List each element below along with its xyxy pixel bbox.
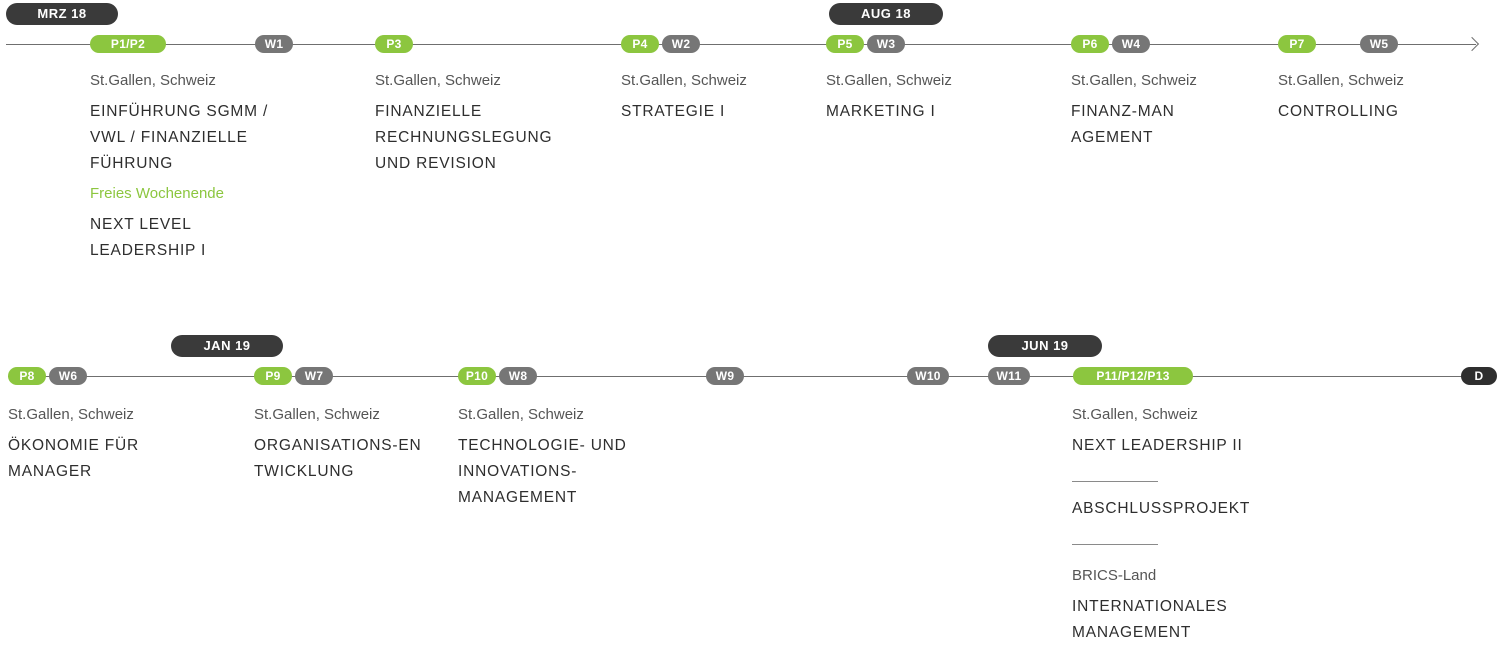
module-title: ÖKONOMIE FÜR MANAGER	[8, 437, 140, 480]
badge-w9: W9	[706, 367, 744, 385]
timeline-line-2	[8, 376, 1483, 377]
module-marketing: St.Gallen, Schweiz MARKETING I	[826, 72, 1026, 125]
module-location: St.Gallen, Schweiz	[1278, 72, 1404, 89]
date-label-jan19: JAN 19	[171, 335, 283, 357]
module-controlling: St.Gallen, Schweiz CONTROLLING	[1278, 72, 1478, 125]
module-strategie: St.Gallen, Schweiz STRATEGIE I	[621, 72, 811, 125]
module-title-secondary: ABSCHLUSSPROJEKT	[1072, 500, 1251, 517]
module-title: MARKETING I	[826, 103, 936, 120]
module-location: St.Gallen, Schweiz	[621, 72, 747, 89]
module-title-secondary: NEXT LEVEL LEADERSHIP I	[90, 216, 207, 259]
badge-w7: W7	[295, 367, 333, 385]
badge-p10: P10	[458, 367, 496, 385]
module-location: St.Gallen, Schweiz	[375, 72, 501, 89]
module-title: EINFÜHRUNG SGMM / VWL / FINANZIELLE FÜHR…	[90, 103, 269, 172]
badge-p7: P7	[1278, 35, 1316, 53]
module-oekonomie: St.Gallen, Schweiz ÖKONOMIE FÜR MANAGER	[8, 406, 208, 485]
date-label-jun19: JUN 19	[988, 335, 1102, 357]
module-finanzielle-rechnungslegung: St.Gallen, Schweiz FINANZIELLE RECHNUNGS…	[375, 72, 595, 177]
module-location: St.Gallen, Schweiz	[1072, 406, 1198, 423]
module-title: TECHNOLOGIE- UND INNOVATIONS-MANAGEMENT	[458, 437, 627, 506]
badge-w1: W1	[255, 35, 293, 53]
module-title: FINANZIELLE RECHNUNGSLEGUNG UND REVISION	[375, 103, 553, 172]
badge-w8: W8	[499, 367, 537, 385]
badge-p9: P9	[254, 367, 292, 385]
module-title: FINANZ-MANAGEMENT	[1071, 103, 1175, 146]
module-title: ORGANISATIONS-ENTWICKLUNG	[254, 437, 422, 480]
module-title-tertiary: INTERNATIONALES MANAGEMENT	[1072, 598, 1228, 641]
module-einfuehrung: St.Gallen, Schweiz EINFÜHRUNG SGMM / VWL…	[90, 72, 320, 264]
badge-p4: P4	[621, 35, 659, 53]
module-location: St.Gallen, Schweiz	[90, 72, 216, 89]
badge-w6: W6	[49, 367, 87, 385]
module-title: CONTROLLING	[1278, 103, 1399, 120]
module-location: St.Gallen, Schweiz	[826, 72, 952, 89]
free-weekend-note: Freies Wochenende	[90, 185, 224, 202]
divider	[1072, 481, 1158, 482]
badge-d: D	[1461, 367, 1497, 385]
badge-w10: W10	[907, 367, 949, 385]
date-label-aug18: AUG 18	[829, 3, 943, 25]
date-label-mrz18: MRZ 18	[6, 3, 118, 25]
module-location: St.Gallen, Schweiz	[254, 406, 380, 423]
badge-w4: W4	[1112, 35, 1150, 53]
badge-w3: W3	[867, 35, 905, 53]
badge-p8: P8	[8, 367, 46, 385]
module-next-leadership-2: St.Gallen, Schweiz NEXT LEADERSHIP II AB…	[1072, 406, 1332, 646]
module-location: St.Gallen, Schweiz	[1071, 72, 1197, 89]
timeline-line-1	[6, 44, 1476, 45]
module-location-secondary: BRICS-Land	[1072, 567, 1157, 584]
badge-w2: W2	[662, 35, 700, 53]
badge-p3: P3	[375, 35, 413, 53]
badge-p6: P6	[1071, 35, 1109, 53]
timeline-arrow-icon	[1464, 36, 1480, 52]
badge-w5: W5	[1360, 35, 1398, 53]
badge-w11: W11	[988, 367, 1030, 385]
badge-p5: P5	[826, 35, 864, 53]
module-technologie: St.Gallen, Schweiz TECHNOLOGIE- UND INNO…	[458, 406, 678, 511]
badge-p1-p2: P1/P2	[90, 35, 166, 53]
divider	[1072, 544, 1158, 545]
badge-p11-p12-p13: P11/P12/P13	[1073, 367, 1193, 385]
module-finanz-management: St.Gallen, Schweiz FINANZ-MANAGEMENT	[1071, 72, 1251, 151]
module-location: St.Gallen, Schweiz	[458, 406, 584, 423]
module-location: St.Gallen, Schweiz	[8, 406, 134, 423]
module-organisationsentwicklung: St.Gallen, Schweiz ORGANISATIONS-ENTWICK…	[254, 406, 444, 485]
module-title: STRATEGIE I	[621, 103, 726, 120]
module-title: NEXT LEADERSHIP II	[1072, 437, 1243, 454]
